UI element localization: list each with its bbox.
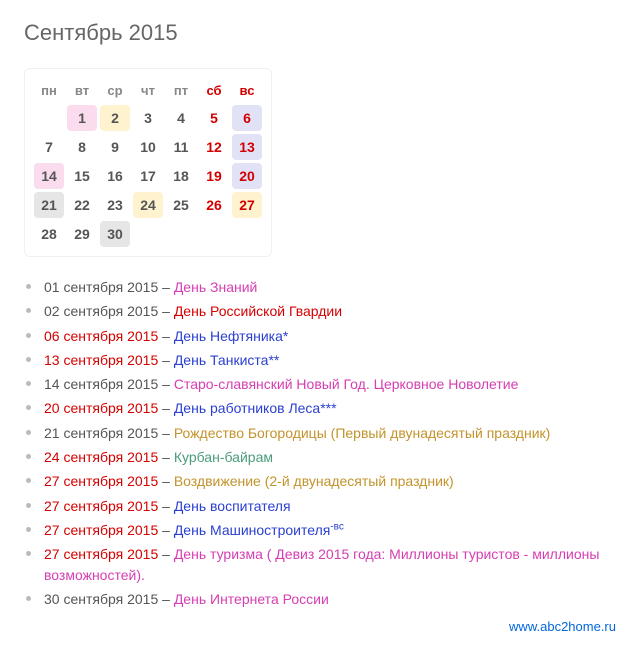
calendar-cell: 16 [100, 163, 130, 189]
calendar-cell [166, 221, 196, 247]
calendar-cell [199, 221, 229, 247]
calendar-cell: 10 [133, 134, 163, 160]
weekday-header: чт [133, 78, 163, 102]
event-name[interactable]: Воздвижение (2-й двунадесятый праздник) [174, 473, 454, 489]
weekday-header: вт [67, 78, 97, 102]
calendar-cell: 3 [133, 105, 163, 131]
event-name[interactable]: День Знаний [174, 279, 258, 295]
calendar-cell: 15 [67, 163, 97, 189]
calendar-cell: 12 [199, 134, 229, 160]
events-list: 01 сентября 2015 – День Знаний02 сентябр… [24, 275, 616, 611]
event-name[interactable]: День Нефтяника* [174, 328, 289, 344]
calendar-cell: 2 [100, 105, 130, 131]
event-item: 21 сентября 2015 – Рождество Богородицы … [38, 421, 616, 445]
source-link[interactable]: www.abc2home.ru [509, 619, 616, 634]
event-item: 14 сентября 2015 – Старо-славянский Новы… [38, 372, 616, 396]
calendar-cell: 8 [67, 134, 97, 160]
calendar-cell: 22 [67, 192, 97, 218]
event-item: 24 сентября 2015 – Курбан-байрам [38, 445, 616, 469]
calendar-cell [34, 105, 64, 131]
calendar-row: 78910111213 [34, 134, 262, 160]
event-date: 06 сентября 2015 [44, 328, 158, 344]
event-date: 14 сентября 2015 [44, 376, 158, 392]
calendar-cell: 7 [34, 134, 64, 160]
event-item: 06 сентября 2015 – День Нефтяника* [38, 324, 616, 348]
calendar-cell: 5 [199, 105, 229, 131]
event-item: 27 сентября 2015 – День Машиностроителя-… [38, 518, 616, 542]
event-name[interactable]: Рождество Богородицы (Первый двунадесяты… [174, 425, 550, 441]
calendar-cell: 18 [166, 163, 196, 189]
calendar-cell: 23 [100, 192, 130, 218]
calendar-row: 123456 [34, 105, 262, 131]
event-date: 30 сентября 2015 [44, 591, 158, 607]
weekday-header: ср [100, 78, 130, 102]
calendar-cell: 17 [133, 163, 163, 189]
event-name[interactable]: День воспитателя [174, 498, 291, 514]
footer: www.abc2home.ru [24, 619, 616, 634]
calendar: пнвтсрчтптсбвс 1234567891011121314151617… [24, 68, 272, 257]
event-date: 27 сентября 2015 [44, 522, 158, 538]
event-name[interactable]: День Машиностроителя-вс [174, 522, 344, 538]
calendar-cell [232, 221, 262, 247]
event-item: 30 сентября 2015 – День Интернета России [38, 587, 616, 611]
calendar-cell: 30 [100, 221, 130, 247]
calendar-cell: 24 [133, 192, 163, 218]
calendar-cell: 28 [34, 221, 64, 247]
calendar-row: 21222324252627 [34, 192, 262, 218]
calendar-header-row: пнвтсрчтптсбвс [34, 78, 262, 102]
event-item: 13 сентября 2015 – День Танкиста** [38, 348, 616, 372]
event-date: 24 сентября 2015 [44, 449, 158, 465]
calendar-cell: 19 [199, 163, 229, 189]
event-name[interactable]: Старо-славянский Новый Год. Церковное Но… [174, 376, 519, 392]
event-item: 20 сентября 2015 – День работников Леса*… [38, 396, 616, 420]
event-date: 27 сентября 2015 [44, 546, 158, 562]
weekday-header: пт [166, 78, 196, 102]
calendar-cell: 25 [166, 192, 196, 218]
event-date: 27 сентября 2015 [44, 498, 158, 514]
event-name[interactable]: День Российской Гвардии [174, 303, 342, 319]
calendar-cell: 26 [199, 192, 229, 218]
event-date: 02 сентября 2015 [44, 303, 158, 319]
weekday-header: пн [34, 78, 64, 102]
event-date: 13 сентября 2015 [44, 352, 158, 368]
calendar-cell [133, 221, 163, 247]
calendar-cell: 1 [67, 105, 97, 131]
event-name[interactable]: День работников Леса*** [174, 400, 337, 416]
event-item: 02 сентября 2015 – День Российской Гвард… [38, 299, 616, 323]
event-date: 21 сентября 2015 [44, 425, 158, 441]
calendar-body: 1234567891011121314151617181920212223242… [34, 105, 262, 247]
calendar-cell: 27 [232, 192, 262, 218]
weekday-header: сб [199, 78, 229, 102]
event-name[interactable]: День Интернета России [174, 591, 329, 607]
weekday-header: вс [232, 78, 262, 102]
event-sup: -вс [330, 521, 344, 532]
calendar-cell: 21 [34, 192, 64, 218]
event-name[interactable]: Курбан-байрам [174, 449, 273, 465]
calendar-cell: 4 [166, 105, 196, 131]
calendar-cell: 11 [166, 134, 196, 160]
calendar-cell: 29 [67, 221, 97, 247]
event-item: 01 сентября 2015 – День Знаний [38, 275, 616, 299]
page-title: Сентябрь 2015 [24, 20, 616, 46]
event-item: 27 сентября 2015 – День воспитателя [38, 494, 616, 518]
event-date: 01 сентября 2015 [44, 279, 158, 295]
event-item: 27 сентября 2015 – Воздвижение (2-й двун… [38, 469, 616, 493]
calendar-row: 282930 [34, 221, 262, 247]
event-date: 20 сентября 2015 [44, 400, 158, 416]
event-date: 27 сентября 2015 [44, 473, 158, 489]
calendar-cell: 13 [232, 134, 262, 160]
calendar-cell: 20 [232, 163, 262, 189]
calendar-cell: 14 [34, 163, 64, 189]
event-item: 27 сентября 2015 – День туризма ( Девиз … [38, 542, 616, 587]
event-name[interactable]: День Танкиста** [174, 352, 280, 368]
calendar-row: 14151617181920 [34, 163, 262, 189]
calendar-cell: 6 [232, 105, 262, 131]
calendar-cell: 9 [100, 134, 130, 160]
